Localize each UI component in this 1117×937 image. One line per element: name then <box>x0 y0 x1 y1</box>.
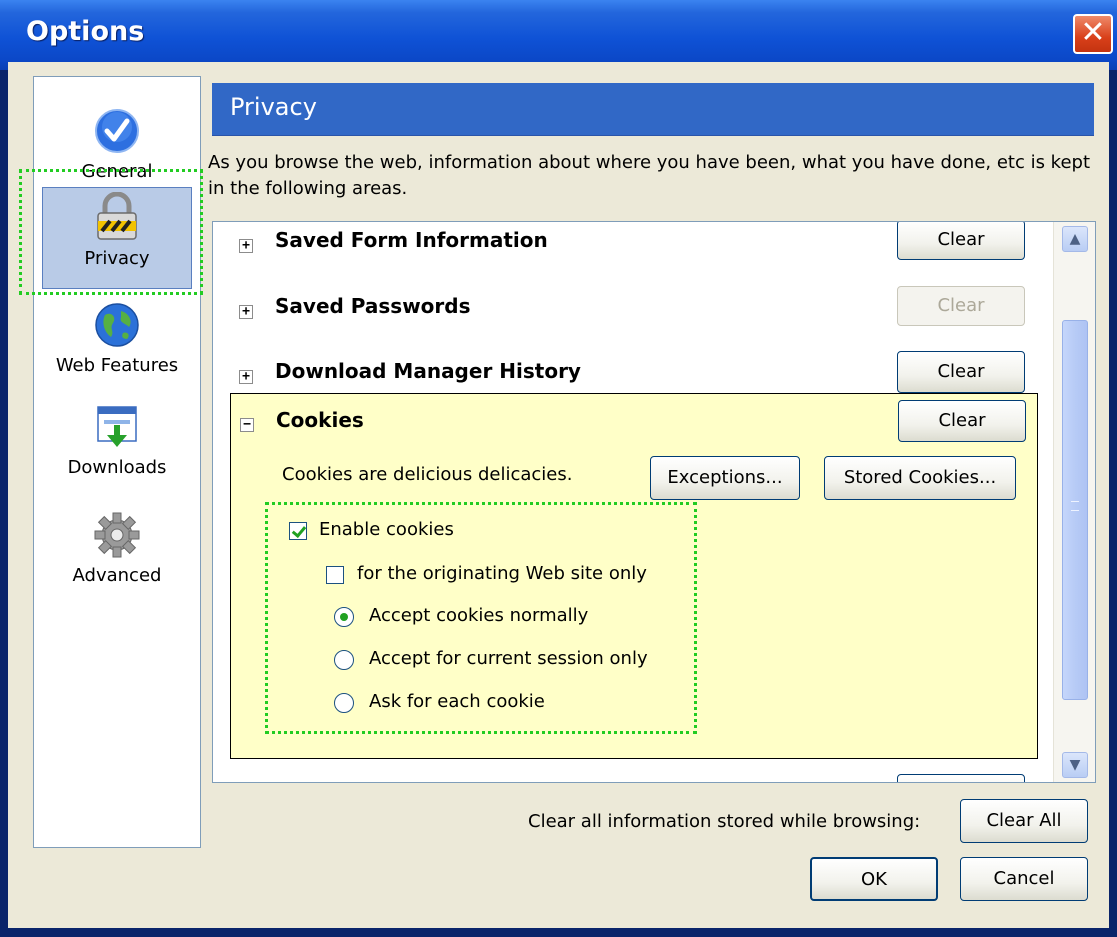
sidebar-item-privacy[interactable]: Privacy <box>42 187 192 289</box>
cancel-button[interactable]: Cancel <box>960 857 1088 901</box>
sidebar-item-label: Web Features <box>55 355 179 376</box>
collapse-toggle[interactable]: − <box>240 418 254 432</box>
clear-passwords-button[interactable]: Clear <box>897 286 1025 326</box>
radio-selected-dot <box>340 613 348 621</box>
section-saved-form-information: + Saved Form Information Clear <box>213 222 1053 282</box>
expand-toggle[interactable]: + <box>239 239 253 253</box>
privacy-items-pane: + Saved Form Information Clear + Saved P… <box>212 221 1096 783</box>
scroll-up-button[interactable]: ▲ <box>1062 226 1088 252</box>
close-button[interactable]: ✕ <box>1073 14 1113 54</box>
chevron-up-icon: ▲ <box>1069 231 1081 247</box>
panel-title: Privacy <box>230 93 317 121</box>
pane-scrollbar[interactable]: ▲ ▼ <box>1053 222 1095 782</box>
enable-cookies-checkbox[interactable] <box>289 522 307 540</box>
accept-normally-radio[interactable] <box>334 607 354 627</box>
section-title: Saved Form Information <box>275 228 548 252</box>
checkmark-icon <box>95 109 139 153</box>
lock-icon <box>97 192 137 240</box>
scroll-thumb[interactable] <box>1062 320 1088 700</box>
title-bar[interactable]: Options ✕ <box>0 0 1117 70</box>
ask-each-cookie-radio[interactable] <box>334 693 354 713</box>
section-title: Cookies <box>276 408 364 432</box>
gear-icon <box>94 512 140 558</box>
section-saved-passwords: + Saved Passwords Clear <box>213 286 1053 348</box>
clear-download-history-button[interactable]: Clear <box>897 351 1025 393</box>
dialog-client-area: General Privacy Web Features Downloads A… <box>8 62 1109 928</box>
scroll-down-button[interactable]: ▼ <box>1062 752 1088 778</box>
accept-normally-label[interactable]: Accept cookies normally <box>369 605 588 626</box>
section-title: Saved Passwords <box>275 294 471 318</box>
clear-all-button[interactable]: Clear All <box>960 799 1088 843</box>
window-title: Options <box>26 16 145 47</box>
cookies-description: Cookies are delicious delicacies. <box>282 464 573 485</box>
sidebar-item-label: Downloads <box>67 457 167 478</box>
expand-toggle[interactable]: + <box>239 305 253 319</box>
sidebar-item-downloads[interactable]: Downloads <box>34 403 200 478</box>
sidebar-item-advanced[interactable]: Advanced <box>34 511 200 586</box>
stored-cookies-button[interactable]: Stored Cookies... <box>824 456 1016 500</box>
category-sidebar: General Privacy Web Features Downloads A… <box>33 76 201 848</box>
scroll-grip-icon <box>1071 501 1079 511</box>
sidebar-item-label: Privacy <box>84 248 150 269</box>
panel-description: As you browse the web, information about… <box>208 152 1091 199</box>
section-title: Download Manager History <box>275 359 581 383</box>
accept-session-only-label[interactable]: Accept for current session only <box>369 648 648 669</box>
exceptions-button[interactable]: Exceptions... <box>650 456 800 500</box>
clear-cookies-button[interactable]: Clear <box>898 400 1026 442</box>
next-section-button-partial[interactable] <box>897 774 1025 782</box>
sidebar-item-general[interactable]: General <box>34 107 200 182</box>
originating-site-only-label[interactable]: for the originating Web site only <box>357 563 647 584</box>
close-icon: ✕ <box>1080 15 1106 50</box>
originating-site-only-checkbox[interactable] <box>326 566 344 584</box>
enable-cookies-label[interactable]: Enable cookies <box>319 519 454 540</box>
sidebar-item-web-features[interactable]: Web Features <box>34 301 200 376</box>
section-cookies: − Cookies Clear Cookies are delicious de… <box>230 393 1038 759</box>
panel-header: Privacy <box>212 83 1094 136</box>
sidebar-item-label: General <box>81 161 153 182</box>
ok-button[interactable]: OK <box>810 857 938 901</box>
download-icon <box>97 406 137 447</box>
clear-form-info-button[interactable]: Clear <box>897 222 1025 260</box>
clear-all-description: Clear all information stored while brows… <box>528 811 921 832</box>
sidebar-item-label: Advanced <box>72 565 162 586</box>
expand-toggle[interactable]: + <box>239 370 253 384</box>
globe-icon <box>95 303 139 347</box>
accept-session-only-radio[interactable] <box>334 650 354 670</box>
ask-each-cookie-label[interactable]: Ask for each cookie <box>369 691 545 712</box>
options-window: Options ✕ General Privacy Web Features D… <box>0 0 1117 937</box>
check-mark-icon <box>291 522 307 539</box>
chevron-down-icon: ▼ <box>1069 757 1081 773</box>
